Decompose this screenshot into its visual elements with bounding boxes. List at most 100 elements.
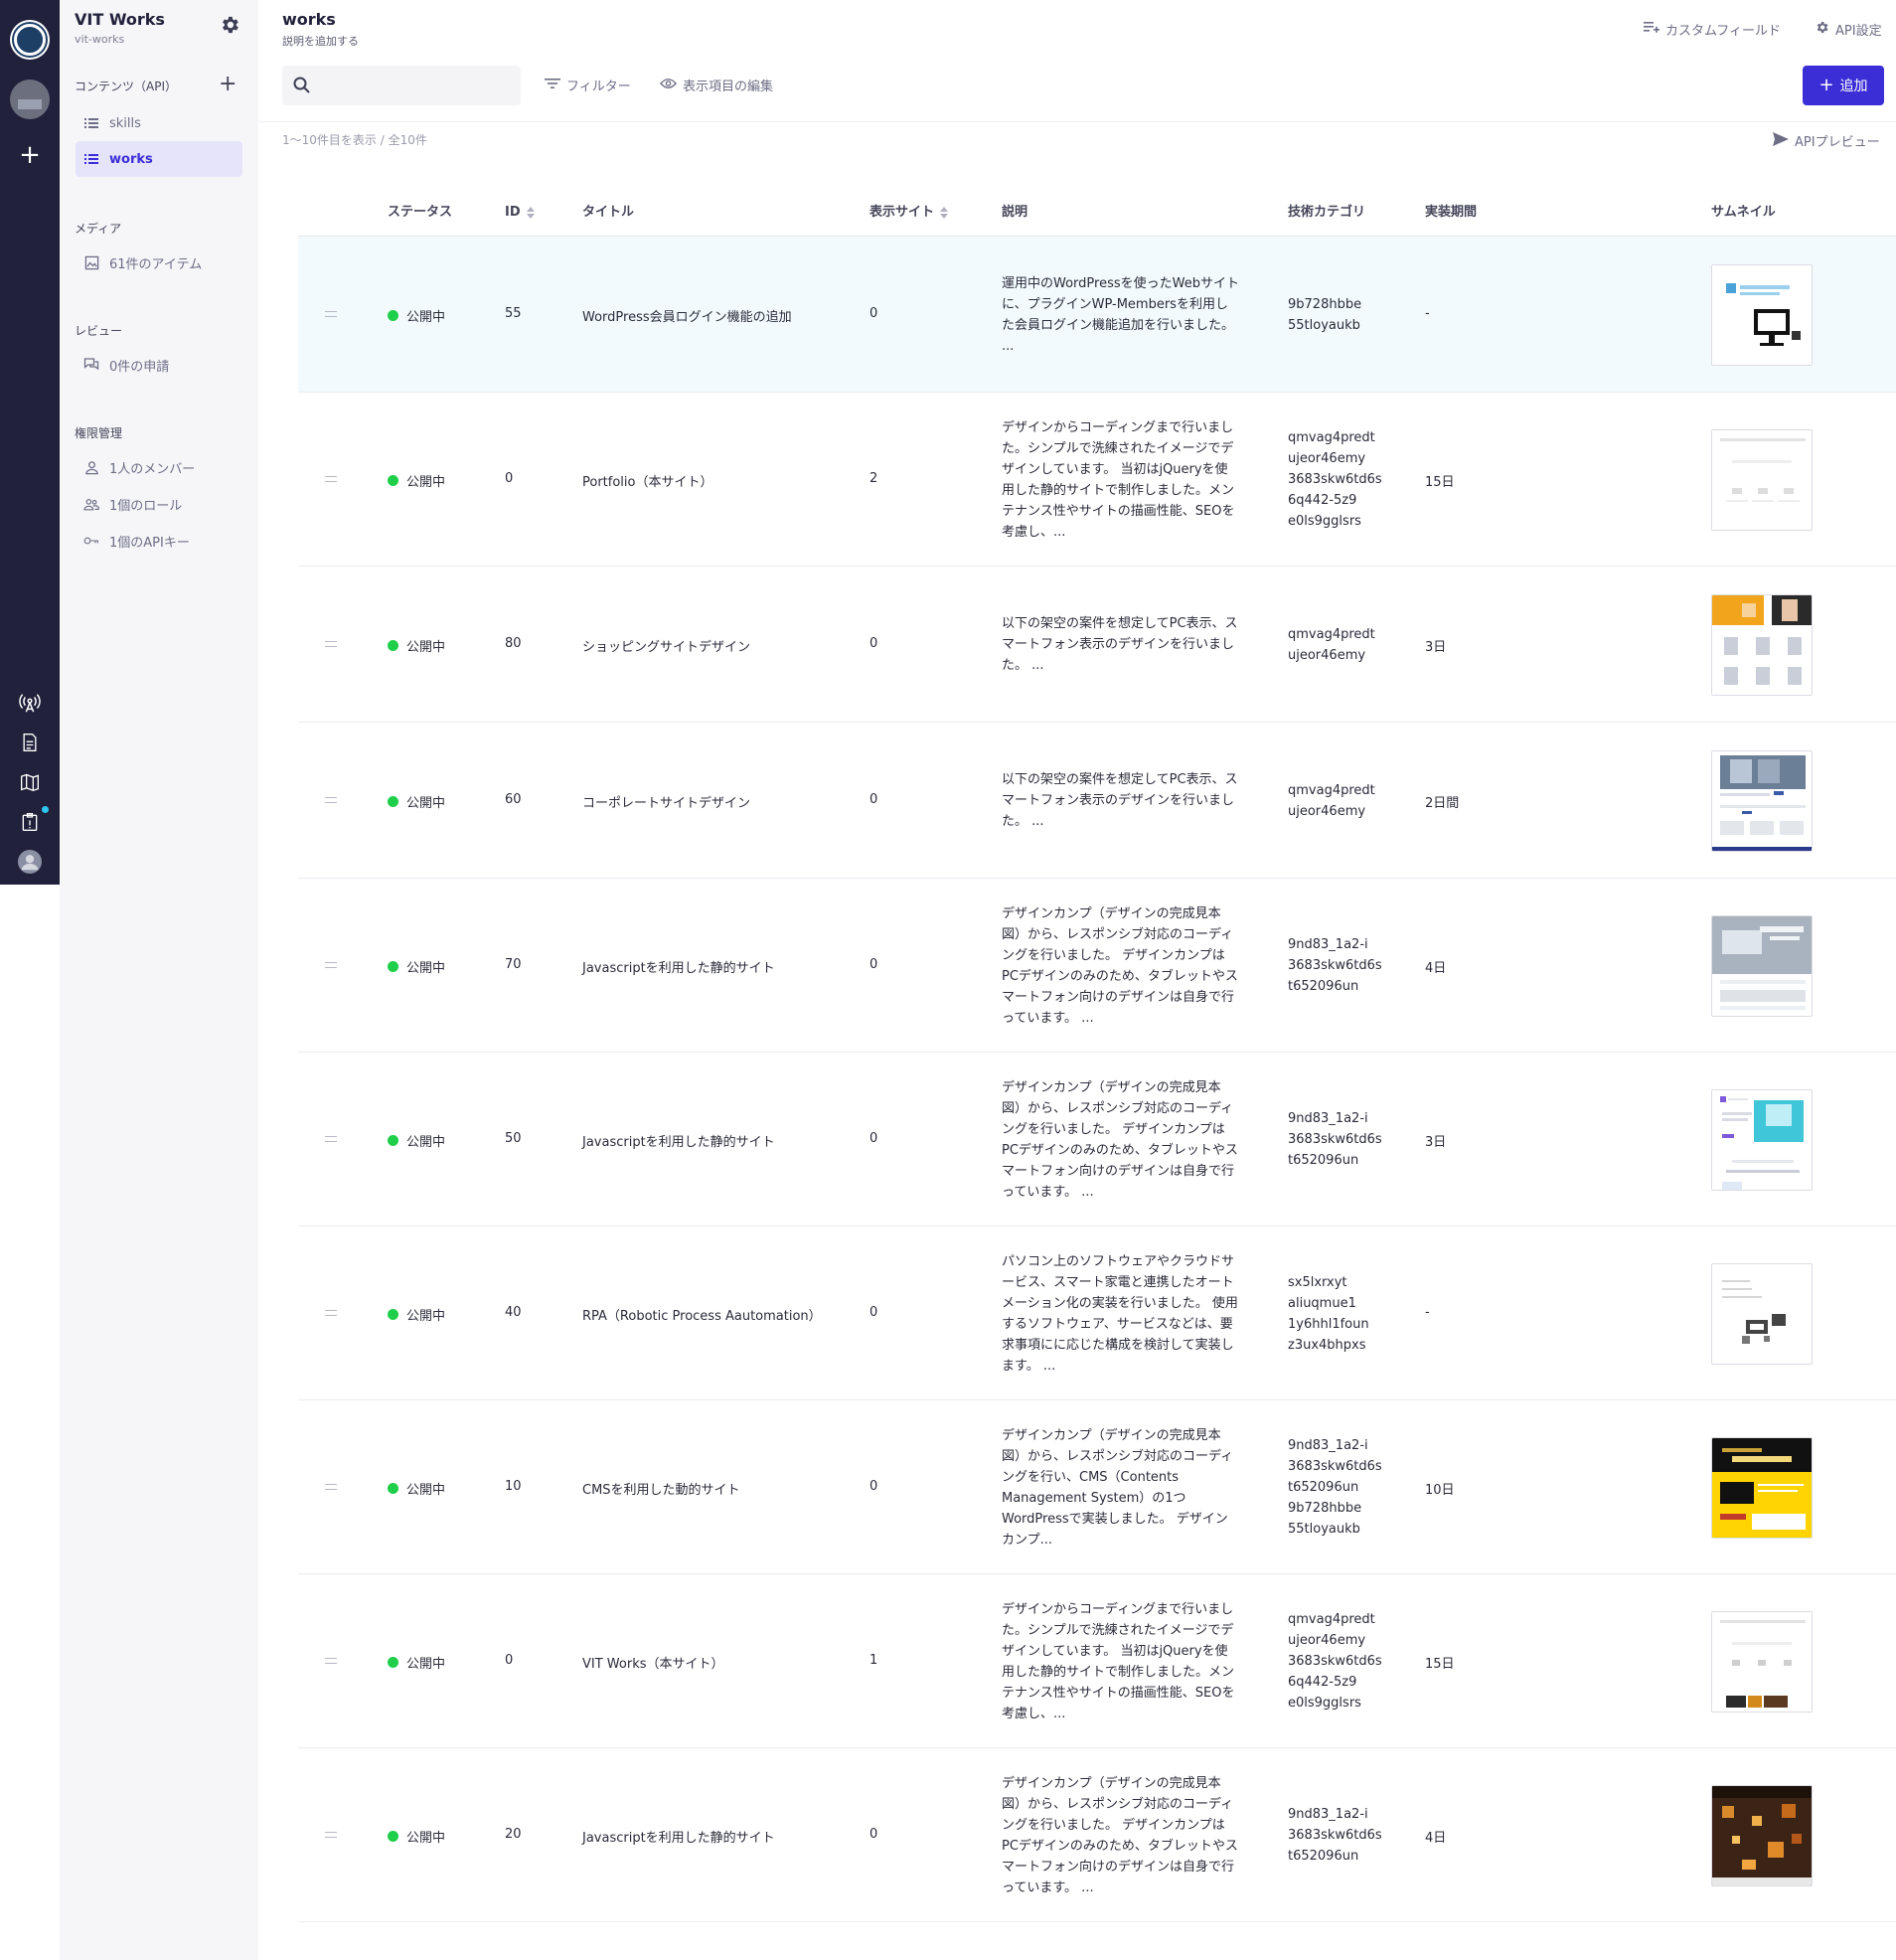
thumbnail-shape bbox=[1722, 1181, 1742, 1190]
api-settings-link[interactable]: API設定 bbox=[1815, 20, 1882, 39]
drag-handle-icon[interactable] bbox=[325, 1831, 337, 1838]
thumbnail-image[interactable] bbox=[1711, 428, 1813, 531]
table-row[interactable]: 公開中 80 ショッピングサイトデザイン 0 以下の架空の案件を想定してPC表示、スマー… bbox=[298, 567, 1896, 723]
table-row[interactable]: 公開中 0 VIT Works（本サイト） 1 デザインからコーディングまで行いました。… bbox=[298, 1574, 1896, 1748]
search-input[interactable] bbox=[320, 66, 514, 105]
cell-site: 0 bbox=[869, 1826, 878, 1842]
table-row[interactable]: 公開中 0 Portfolio（本サイト） 2 デザインからコーディングまで行いました。… bbox=[298, 393, 1896, 567]
table-row[interactable]: 公開中 10 CMSを利用した動的サイト 0 デザインカンプ（デザインの完成見本図）から… bbox=[298, 1400, 1896, 1574]
document-icon[interactable] bbox=[18, 731, 42, 754]
media-section-header: メディア bbox=[75, 222, 122, 236]
column-header-id[interactable]: ID bbox=[505, 189, 535, 237]
cell-title: Javascriptを利用した静的サイト bbox=[582, 1134, 775, 1150]
thumbnail-shape bbox=[1752, 1815, 1762, 1826]
table-row[interactable]: 公開中 70 Javascriptを利用した静的サイト 0 デザインカンプ（デザインの完… bbox=[298, 879, 1896, 1053]
auth-section-header: 権限管理 bbox=[75, 426, 123, 440]
column-header-tech[interactable]: 技術カテゴリ bbox=[1288, 189, 1365, 237]
drag-handle-icon[interactable] bbox=[325, 1483, 337, 1490]
thumbnail-shape bbox=[1742, 810, 1752, 814]
table-row[interactable]: 公開中 40 RPA（Robotic Process Aautomation） 0 パソ… bbox=[298, 1226, 1896, 1400]
status-label: 公開中 bbox=[406, 1656, 446, 1672]
status-badge: 公開中 bbox=[388, 957, 445, 976]
thumbnail-image[interactable] bbox=[1711, 914, 1813, 1017]
service-avatar[interactable] bbox=[10, 80, 50, 119]
sidebar-item-label: works bbox=[109, 151, 153, 167]
logo-mark bbox=[14, 24, 46, 56]
filter-button[interactable]: フィルター bbox=[545, 76, 631, 94]
cell-period: 4日 bbox=[1425, 1830, 1447, 1846]
gear-icon[interactable] bbox=[219, 14, 240, 36]
column-header-label: 実装期間 bbox=[1425, 205, 1478, 220]
cell-description: パソコン上のソフトウェアやクラウドサービス、スマート家電と連携したオートメーショ… bbox=[1002, 1253, 1238, 1374]
status-label: 公開中 bbox=[406, 1134, 446, 1150]
thumbnail-image[interactable] bbox=[1711, 1088, 1813, 1191]
tech-category-id: 55tloyaukb bbox=[1288, 317, 1360, 333]
cell-period: - bbox=[1425, 305, 1430, 321]
sidebar-item-review[interactable]: 0件の申請 bbox=[76, 347, 242, 383]
custom-field-link[interactable]: カスタムフィールド bbox=[1644, 20, 1781, 39]
sidebar-item-api-keys[interactable]: 1個のAPIキー bbox=[76, 523, 242, 559]
add-button[interactable]: + 追加 bbox=[1803, 66, 1884, 105]
drag-handle-icon[interactable] bbox=[325, 796, 337, 803]
edit-columns-button[interactable]: 表示項目の編集 bbox=[660, 76, 773, 94]
cell-title: VIT Works（本サイト） bbox=[582, 1656, 724, 1672]
tech-category-id: ujeor46emy bbox=[1288, 451, 1366, 466]
drag-handle-icon[interactable] bbox=[325, 961, 337, 968]
column-header-site[interactable]: 表示サイト bbox=[869, 189, 949, 237]
drag-handle-icon[interactable] bbox=[325, 1309, 337, 1316]
column-header-label: タイトル bbox=[582, 205, 635, 220]
drag-handle-icon[interactable] bbox=[325, 640, 337, 647]
add-description-link[interactable]: 説明を追加する bbox=[282, 33, 359, 49]
thumbnail-image[interactable] bbox=[1711, 1436, 1813, 1539]
thumbnail-image[interactable] bbox=[1711, 1262, 1813, 1365]
app-logo[interactable] bbox=[10, 20, 50, 60]
thumbnail-image[interactable] bbox=[1711, 1610, 1813, 1713]
column-header-description[interactable]: 説明 bbox=[1002, 189, 1027, 237]
cell-title: ショッピングサイトデザイン bbox=[582, 639, 751, 655]
thumbnail-shape bbox=[1722, 1287, 1752, 1290]
user-avatar-icon[interactable] bbox=[18, 850, 42, 874]
table-row[interactable]: 公開中 20 Javascriptを利用した静的サイト 0 デザインカンプ（デザインの完… bbox=[298, 1748, 1896, 1922]
clipboard-alert-icon[interactable] bbox=[18, 810, 42, 834]
thumbnail-image[interactable] bbox=[1711, 749, 1813, 852]
cell-description: デザインカンプ（デザインの完成見本図）から、レスポンシブ対応のコーディングを行い… bbox=[1002, 905, 1238, 1026]
column-header-thumbnail[interactable]: サムネイル bbox=[1711, 189, 1776, 237]
thumbnail-image[interactable] bbox=[1711, 263, 1813, 366]
add-service-icon[interactable]: + bbox=[0, 137, 60, 173]
thumbnail-image[interactable] bbox=[1711, 1784, 1813, 1886]
tech-category-id: 3683skw6td6s bbox=[1288, 1132, 1382, 1147]
broadcast-icon[interactable] bbox=[18, 691, 42, 715]
table-row[interactable]: 公開中 60 コーポレートサイトデザイン 0 以下の架空の案件を想定してPC表示、スマー… bbox=[298, 723, 1896, 879]
cell-title: RPA（Robotic Process Aautomation） bbox=[582, 1308, 822, 1324]
thumbnail-shape bbox=[1782, 598, 1798, 621]
sidebar-item-works[interactable]: works bbox=[76, 141, 242, 177]
sidebar-item-skills[interactable]: skills bbox=[76, 105, 242, 141]
add-api-icon[interactable]: + bbox=[219, 74, 237, 95]
column-header-title[interactable]: タイトル bbox=[582, 189, 634, 237]
drag-handle-icon[interactable] bbox=[325, 310, 337, 317]
map-icon[interactable] bbox=[18, 770, 42, 794]
sort-icon[interactable] bbox=[940, 207, 949, 219]
status-badge: 公開中 bbox=[388, 1827, 445, 1846]
sidebar-item-members[interactable]: 1人のメンバー bbox=[76, 449, 242, 485]
drag-handle-icon[interactable] bbox=[325, 1657, 337, 1664]
thumbnail-shape bbox=[1728, 1097, 1748, 1100]
table-row[interactable]: 公開中 50 Javascriptを利用した静的サイト 0 デザインカンプ（デザインの完… bbox=[298, 1053, 1896, 1226]
thumbnail-shape bbox=[1788, 636, 1802, 655]
drag-handle-icon[interactable] bbox=[325, 1135, 337, 1142]
sidebar-item-media[interactable]: 61件のアイテム bbox=[76, 245, 242, 280]
api-preview-button[interactable]: APIプレビュー bbox=[1773, 131, 1880, 150]
thumbnail-shape bbox=[1732, 1159, 1794, 1163]
sort-icon[interactable] bbox=[526, 207, 535, 219]
table-row[interactable]: 公開中 55 WordPress会員ログイン機能の追加 0 運用中のWordPressを… bbox=[298, 237, 1896, 393]
status-label: 公開中 bbox=[406, 1830, 446, 1846]
drag-handle-icon[interactable] bbox=[325, 475, 337, 482]
thumbnail-shape bbox=[1756, 636, 1770, 655]
tech-category-id: 55tloyaukb bbox=[1288, 1522, 1360, 1537]
column-header-period[interactable]: 実装期間 bbox=[1425, 189, 1477, 237]
tech-category-id: 9nd83_1a2-i bbox=[1288, 1111, 1368, 1126]
column-header-status[interactable]: ステータス bbox=[388, 189, 452, 237]
thumbnail-image[interactable] bbox=[1711, 593, 1813, 696]
sidebar-item-roles[interactable]: 1個のロール bbox=[76, 486, 242, 522]
thumbnail-shape bbox=[1750, 820, 1774, 835]
